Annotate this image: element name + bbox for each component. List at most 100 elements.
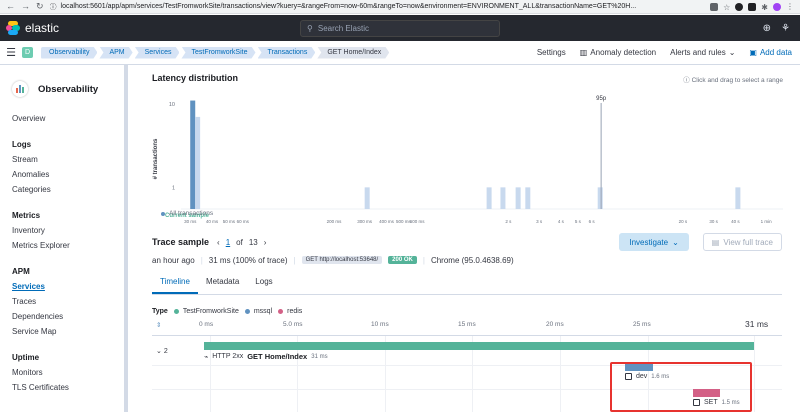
sidebar-scrollbar[interactable] — [124, 65, 128, 412]
x-tick-label: 40 s — [731, 219, 740, 224]
sidebar-item-overview[interactable]: Overview — [12, 113, 115, 125]
breadcrumb-observability[interactable]: Observability — [41, 47, 97, 59]
forward-icon[interactable]: → — [21, 1, 30, 12]
histogram-bar[interactable] — [735, 187, 741, 209]
drag-hint: ⓘ Click and drag to select a range — [683, 74, 783, 84]
service-legend: Type TestFromworkSite mssql redis — [152, 308, 302, 315]
app-actions: Settings ▥ Anomaly detection Alerts and … — [537, 48, 800, 57]
sidebar-item-services[interactable]: Services — [12, 281, 115, 293]
tab-metadata[interactable]: Metadata — [198, 273, 247, 294]
x-tick-label: 4 s — [558, 219, 565, 224]
histogram-bar[interactable] — [525, 187, 531, 209]
transaction-bar[interactable] — [204, 342, 754, 350]
header-actions: ⊕ ⚘ — [763, 23, 800, 34]
tick-label-end: 31 ms — [745, 319, 769, 329]
transaction-icon: ⌁ — [204, 353, 209, 361]
sidebar-item-traces[interactable]: Traces — [12, 296, 115, 308]
sidebar-title-text: Observability — [38, 83, 99, 95]
tick-label: 25 ms — [633, 321, 651, 328]
tab-logs[interactable]: Logs — [247, 273, 280, 294]
extension-icon[interactable] — [735, 2, 744, 11]
search-icon: ⚲ — [307, 23, 313, 33]
browser-nav: ← → ↻ — [0, 1, 50, 12]
extension-icon[interactable] — [748, 2, 757, 11]
help-icon[interactable]: ⊕ — [763, 23, 771, 34]
breadcrumb-service[interactable]: TestFromworkSite — [181, 47, 255, 59]
space-avatar[interactable]: D — [22, 47, 33, 58]
sidebar-item-tls-certificates[interactable]: TLS Certificates — [12, 382, 115, 394]
histogram-bar[interactable] — [597, 187, 603, 209]
expand-toggle[interactable]: ⌄ 2 — [156, 347, 168, 355]
separator: | — [422, 255, 425, 265]
collapse-all-icon[interactable]: ⇕ — [156, 321, 161, 329]
tab-timeline[interactable]: Timeline — [152, 273, 198, 294]
latency-title: Latency distribution — [152, 73, 239, 83]
sidebar-item-service-map[interactable]: Service Map — [12, 326, 115, 338]
sidebar-item-categories[interactable]: Categories — [12, 184, 115, 196]
url-text: localhost:5601/app/apm/services/TestFrom… — [60, 3, 637, 10]
global-search[interactable]: ⚲ Search Elastic — [300, 19, 500, 37]
back-icon[interactable]: ← — [6, 1, 15, 12]
legend-all-transactions[interactable]: All transactions — [169, 210, 213, 217]
x-tick-label: 1 min — [761, 219, 773, 224]
tick-label: 5.0 ms — [283, 321, 303, 328]
news-icon[interactable]: ⚘ — [781, 23, 790, 34]
next-sample-icon[interactable]: › — [264, 238, 267, 247]
histogram-bar[interactable] — [364, 187, 370, 209]
breadcrumb-transactions[interactable]: Transactions — [258, 47, 316, 59]
x-tick-label: 300 ms — [357, 219, 373, 224]
histogram-bar[interactable] — [486, 187, 492, 209]
x-tick-label: 20 s — [679, 219, 688, 224]
x-tick-label: 3 s — [536, 219, 543, 224]
prev-sample-icon[interactable]: ‹ — [217, 238, 220, 247]
histogram-bar[interactable] — [500, 187, 506, 209]
translate-icon[interactable] — [710, 2, 719, 11]
sidebar-item-stream[interactable]: Stream — [12, 154, 115, 166]
breadcrumb-services[interactable]: Services — [135, 47, 180, 59]
address-bar[interactable]: ⓘ localhost:5601/app/apm/services/TestFr… — [50, 1, 705, 12]
info-icon[interactable]: ⓘ — [50, 2, 57, 12]
menu-toggle-icon[interactable]: ☰ — [0, 46, 22, 59]
latency-chart[interactable]: # transactions 10 1 30 ms 40 ms 50 ms 60 ms 200… — [143, 89, 793, 229]
histogram-bar[interactable] — [515, 187, 521, 209]
user-agent: Chrome (95.0.4638.69) — [430, 255, 514, 265]
sidebar-title: Observability — [12, 81, 115, 97]
histogram-bar[interactable] — [195, 116, 201, 209]
browser-menu-icon[interactable]: ⋮ — [786, 2, 794, 11]
info-icon: ⓘ — [683, 77, 690, 84]
x-tick-label: 60 ms — [237, 219, 250, 224]
puzzle-icon[interactable]: ✱ — [761, 3, 768, 12]
total-samples: 13 — [248, 237, 258, 247]
add-data-label: Add data — [759, 48, 792, 57]
sidebar-item-dependencies[interactable]: Dependencies — [12, 311, 115, 323]
alerts-and-rules-menu[interactable]: Alerts and rules ⌄ — [670, 48, 735, 57]
transaction-name: GET Home/Index — [247, 352, 308, 361]
transaction-label[interactable]: ⌁ HTTP 2xx GET Home/Index 31 ms — [204, 352, 328, 361]
add-data-link[interactable]: ▣ Add data — [749, 48, 792, 57]
transaction-duration: 31 ms — [311, 353, 328, 360]
reload-icon[interactable]: ↻ — [36, 1, 44, 12]
separator: | — [293, 255, 296, 265]
sidebar-item-inventory[interactable]: Inventory — [12, 225, 115, 237]
anomaly-detection-link[interactable]: ▥ Anomaly detection — [580, 48, 656, 57]
browser-extensions: ☆ ✱ ⋮ — [704, 2, 800, 12]
histogram-bar[interactable] — [190, 100, 196, 209]
view-full-trace-button[interactable]: ▤ View full trace — [702, 233, 782, 251]
sidebar-item-anomalies[interactable]: Anomalies — [12, 169, 115, 181]
breadcrumb-apm[interactable]: APM — [99, 47, 132, 59]
bookmark-star-icon[interactable]: ☆ — [723, 3, 730, 12]
investigate-button[interactable]: Investigate ⌄ — [619, 233, 689, 251]
elastic-logo[interactable]: elastic — [0, 21, 300, 35]
x-tick-label: 600 ms — [410, 219, 426, 224]
current-sample[interactable]: 1 — [226, 238, 230, 247]
profile-avatar[interactable] — [773, 2, 781, 11]
sidebar-item-metrics-explorer[interactable]: Metrics Explorer — [12, 240, 115, 252]
trace-summary: an hour ago | 31 ms (100% of trace) | GE… — [152, 254, 514, 266]
trace-age: an hour ago — [152, 255, 195, 265]
elastic-header: elastic ⚲ Search Elastic ⊕ ⚘ — [0, 15, 800, 41]
sidebar-item-monitors[interactable]: Monitors — [12, 367, 115, 379]
legend-dot — [161, 211, 165, 216]
trace-tabs: Timeline Metadata Logs — [152, 273, 782, 295]
settings-link[interactable]: Settings — [537, 48, 566, 57]
observability-icon — [12, 81, 28, 97]
